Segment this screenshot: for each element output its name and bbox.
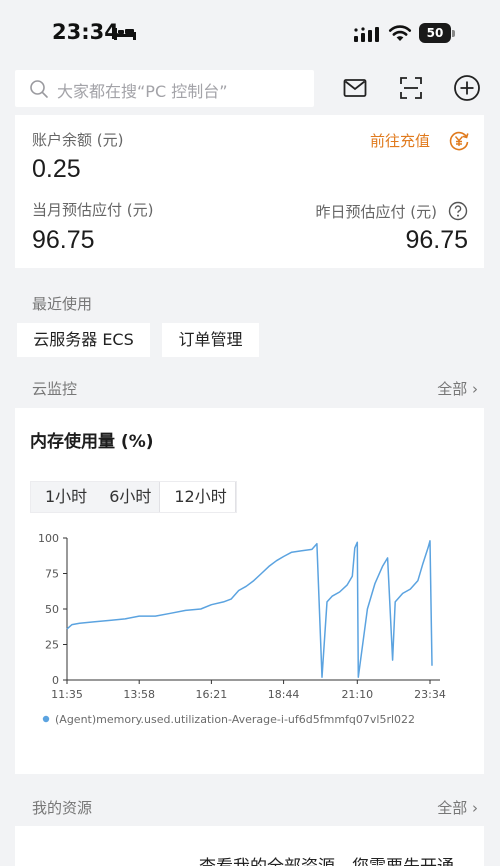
x-tick-label: 16:21 — [196, 688, 228, 701]
x-tick-label: 18:44 — [268, 688, 300, 701]
yesterday-estimate-label: 昨日预估应付 (元) — [315, 203, 437, 221]
memory-usage-series-line — [66, 540, 433, 678]
yesterday-estimate-value: 96.75 — [405, 226, 468, 254]
x-tick-label: 13:58 — [123, 688, 155, 701]
account-balance-value: 0.25 — [32, 155, 81, 183]
monthly-estimate-value: 96.75 — [32, 226, 95, 254]
legend-label: (Agent)memory.used.utilization-Average-i… — [55, 713, 415, 726]
battery-level: 50 — [419, 23, 451, 43]
add-icon — [454, 75, 480, 101]
tab-1h[interactable]: 1小时 — [31, 482, 95, 512]
sleep-focus-icon — [114, 28, 136, 40]
add-button[interactable] — [451, 72, 483, 104]
resources-see-all-link[interactable]: 全部 › — [437, 797, 478, 818]
search-input[interactable]: 大家都在搜“PC 控制台” — [15, 70, 314, 107]
x-tick-label: 21:10 — [341, 688, 373, 701]
chart-title: 内存使用量 (%) — [30, 432, 154, 452]
memory-chart-card: 内存使用量 (%) 1小时 6小时 12小时 0 25 50 75 100 11:35 13… — [15, 408, 484, 774]
search-icon — [30, 80, 48, 98]
battery-icon: 50 — [419, 23, 455, 43]
recharge-link[interactable]: 前往充值 — [370, 130, 430, 151]
cellular-signal-icon — [354, 27, 379, 42]
recent-item-orders[interactable]: 订单管理 — [162, 323, 259, 357]
y-tick-label: 50 — [45, 603, 59, 616]
message-button[interactable] — [339, 72, 371, 104]
y-tick-label: 75 — [45, 568, 59, 581]
monitor-see-all-link[interactable]: 全部 › — [437, 378, 478, 399]
y-tick-label: 0 — [52, 674, 59, 687]
scan-button[interactable] — [395, 72, 427, 104]
help-icon[interactable] — [448, 201, 468, 221]
x-tick-label: 23:34 — [414, 688, 446, 701]
resources-section-title: 我的资源 — [32, 799, 93, 817]
resources-card: 查看我的全部资源，您需要先开通 — [15, 826, 484, 866]
wifi-icon — [388, 25, 412, 41]
time-range-tabs: 1小时 6小时 12小时 — [30, 481, 237, 513]
legend-marker — [42, 715, 50, 723]
balance-card: 账户余额 (元) 0.25 前往充值 当月预估应付 (元) 96.75 昨日预估… — [15, 115, 484, 268]
scan-icon — [400, 77, 422, 99]
tab-6h[interactable]: 6小时 — [95, 482, 159, 512]
y-tick-label: 100 — [38, 532, 59, 545]
search-placeholder: 大家都在搜“PC 控制台” — [57, 82, 228, 101]
recent-item-ecs[interactable]: 云服务器 ECS — [17, 323, 150, 357]
tab-12h[interactable]: 12小时 — [159, 482, 236, 512]
status-time: 23:34 — [52, 20, 119, 44]
x-tick-label: 11:35 — [51, 688, 83, 701]
resources-message: 查看我的全部资源，您需要先开通 — [199, 852, 454, 866]
memory-usage-chart: 0 25 50 75 100 11:35 13:58 16:21 18:44 21:10 23:34… — [38, 532, 446, 726]
y-tick-label: 25 — [45, 639, 59, 652]
monitor-section-title: 云监控 — [32, 380, 78, 398]
monthly-estimate-label: 当月预估应付 (元) — [32, 201, 154, 219]
account-balance-label: 账户余额 (元) — [32, 131, 124, 149]
mail-icon — [343, 79, 367, 97]
recharge-yen-icon[interactable] — [448, 130, 470, 152]
status-bar: 23:34 50 — [0, 0, 500, 64]
recent-section-title: 最近使用 — [32, 295, 93, 313]
